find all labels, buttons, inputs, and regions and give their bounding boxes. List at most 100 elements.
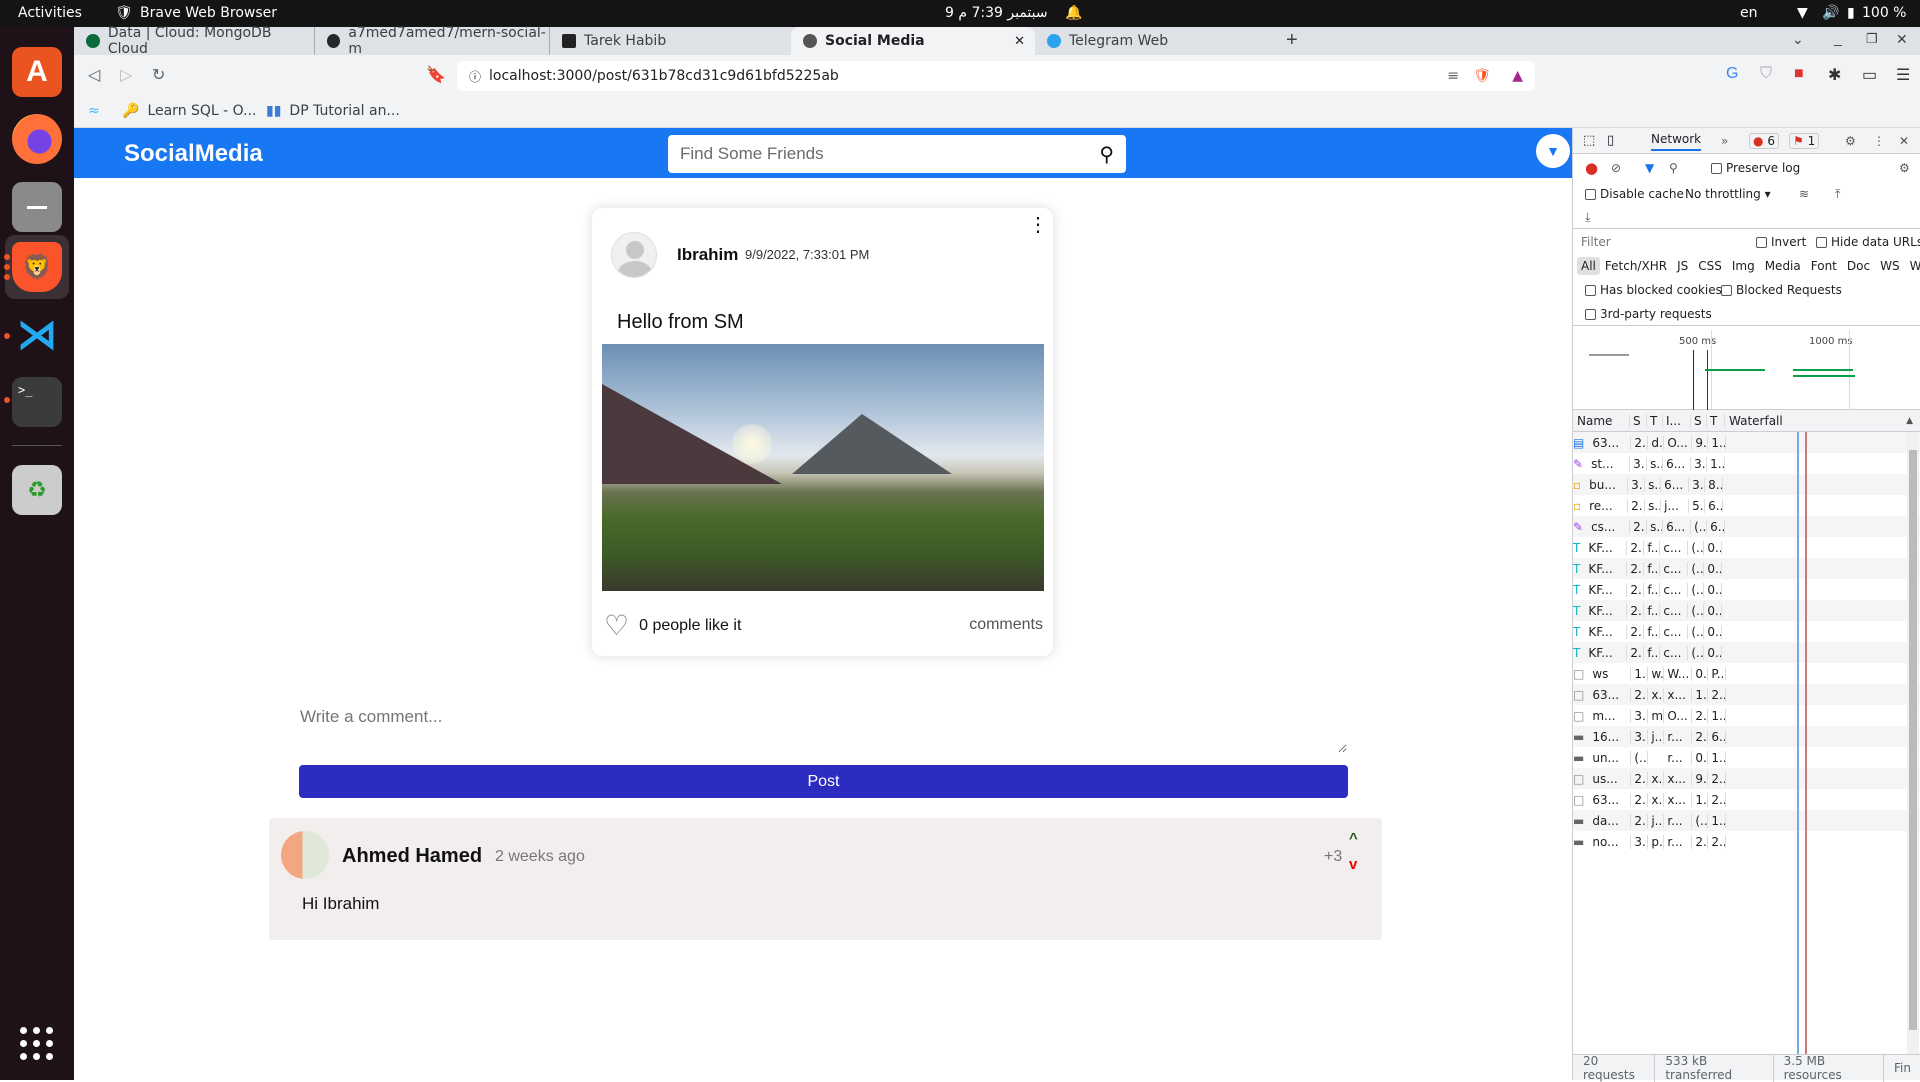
column-time[interactable]: T	[1707, 413, 1725, 428]
tab-github[interactable]: a7med7amed7/mern-social-m	[314, 25, 549, 57]
third-party-checkbox[interactable]: 3rd-party requests	[1585, 307, 1712, 321]
more-tabs-icon[interactable]: »	[1721, 134, 1728, 148]
volume-icon[interactable]: 🔊	[1822, 5, 1839, 21]
kebab-menu-icon[interactable]: ⋮	[1873, 134, 1885, 148]
focused-app-name[interactable]: Brave Web Browser	[140, 5, 277, 21]
request-row[interactable]: ▬ no... 3. p. r... 2. 2..	[1573, 831, 1920, 852]
app-logo[interactable]: SocialMedia	[124, 140, 263, 168]
commenter-avatar[interactable]	[281, 831, 329, 879]
issues-badge[interactable]: ⚑ 1	[1789, 132, 1820, 149]
preserve-log-checkbox[interactable]: Preserve log	[1711, 161, 1800, 175]
type-filter-css[interactable]: CSS	[1693, 259, 1727, 273]
comments-link[interactable]: comments	[969, 616, 1043, 634]
ubuntu-software-icon[interactable]: A	[12, 47, 62, 97]
language-indicator[interactable]: en	[1740, 5, 1758, 21]
type-filter-font[interactable]: Font	[1806, 259, 1842, 273]
network-conditions-icon[interactable]: ≋	[1799, 187, 1809, 201]
type-filter-doc[interactable]: Doc	[1842, 259, 1875, 273]
address-bar[interactable]: ⓘ localhost:3000/post/631b78cd31c9d61bfd…	[457, 61, 1535, 91]
more-options-icon[interactable]: ⋮	[1028, 215, 1048, 235]
tab-mongodb[interactable]: Data | Cloud: MongoDB Cloud	[74, 25, 314, 57]
tab-social-media[interactable]: Social Media ✕	[791, 27, 1035, 55]
user-menu-dropdown-button[interactable]: ▼	[1536, 134, 1570, 168]
blocked-requests-checkbox[interactable]: Blocked Requests	[1721, 283, 1842, 297]
request-row[interactable]: ▬ 16... 3. j.. r... 2. 6..	[1573, 726, 1920, 747]
request-row[interactable]: □ m... 3. m O... 2. 1..	[1573, 705, 1920, 726]
comment-textarea[interactable]	[298, 695, 1347, 753]
filter-funnel-icon[interactable]: ▼	[1645, 161, 1654, 175]
files-icon[interactable]	[12, 182, 62, 232]
wifi-icon[interactable]: ▼	[1797, 5, 1808, 21]
extensions-puzzle-icon[interactable]: ✱	[1828, 65, 1841, 85]
type-filter-fetch-xhr[interactable]: Fetch/XHR	[1600, 259, 1672, 273]
column-name[interactable]: Name	[1573, 413, 1630, 428]
settings-gear-icon[interactable]: ⚙	[1845, 134, 1856, 148]
column-type[interactable]: T	[1647, 413, 1663, 428]
search-icon[interactable]: ⚲	[1099, 142, 1114, 167]
import-har-icon[interactable]: ⤒	[1835, 187, 1840, 202]
clear-icon[interactable]: ⊘	[1611, 161, 1621, 175]
terminal-icon[interactable]: >_	[12, 377, 62, 427]
wallet-icon[interactable]: ▭	[1862, 65, 1877, 85]
site-info-icon[interactable]: ⓘ	[469, 68, 481, 85]
request-row[interactable]: □ 63... 2. x. x... 1. 2..	[1573, 684, 1920, 705]
url-text[interactable]: localhost:3000/post/631b78cd31c9d61bfd52…	[489, 68, 839, 84]
filter-input[interactable]	[1579, 233, 1743, 251]
request-row[interactable]: □ us... 2. x. x... 9. 2..	[1573, 768, 1920, 789]
network-tab[interactable]: Network	[1651, 132, 1702, 151]
request-row[interactable]: T KF... 2. f.. c... (.. 0..	[1573, 537, 1920, 558]
commenter-name[interactable]: Ahmed Hamed	[342, 845, 482, 868]
extension-bug-icon[interactable]: ■	[1794, 65, 1804, 83]
sort-ascending-icon[interactable]: ▲	[1906, 416, 1920, 426]
record-icon[interactable]: ●	[1585, 159, 1598, 177]
request-row[interactable]: T KF... 2. f.. c... (.. 0..	[1573, 579, 1920, 600]
extension-shield-icon[interactable]: ⛉	[1760, 65, 1772, 83]
restore-window-icon[interactable]: ❐	[1866, 31, 1878, 47]
bookmark-icon[interactable]: 🔖	[426, 65, 446, 85]
bookmark-tailwind[interactable]: ≈	[88, 103, 100, 119]
network-overview-timeline[interactable]: 500 ms 1000 ms	[1573, 330, 1920, 410]
back-icon[interactable]: ◁	[88, 65, 100, 85]
search-icon[interactable]: ⚲	[1669, 161, 1678, 175]
google-translate-icon[interactable]: G	[1726, 65, 1738, 83]
minimize-window-icon[interactable]: _	[1834, 30, 1842, 46]
errors-badge[interactable]: ● 6	[1749, 132, 1779, 149]
type-filter-img[interactable]: Img	[1727, 259, 1760, 273]
request-row[interactable]: ▬ un... (.. r... 0. 1..	[1573, 747, 1920, 768]
network-settings-icon[interactable]: ⚙	[1899, 161, 1910, 175]
forward-icon[interactable]: ▷	[120, 65, 132, 85]
brave-shields-icon[interactable]: 🛡	[1473, 68, 1491, 84]
type-filter-all[interactable]: All	[1577, 257, 1600, 275]
tab-search-chevron-icon[interactable]: ⌄	[1792, 31, 1804, 48]
browser-menu-icon[interactable]: ☰	[1896, 65, 1910, 85]
brave-icon[interactable]: 🦁	[12, 242, 62, 292]
upvote-icon[interactable]: ^	[1349, 830, 1358, 847]
bookmark-dp-tutorial[interactable]: ▮▮ DP Tutorial an...	[266, 103, 400, 119]
request-row[interactable]: ✎ cs... 2. s.. 6... (.. 6..	[1573, 516, 1920, 537]
device-toolbar-icon[interactable]: ▯	[1607, 133, 1614, 148]
new-tab-button[interactable]: +	[1286, 29, 1298, 52]
close-window-icon[interactable]: ✕	[1896, 31, 1908, 48]
request-row[interactable]: □ 63... 2. x. x... 1. 2..	[1573, 789, 1920, 810]
friend-search[interactable]: Find Some Friends ⚲	[668, 135, 1126, 173]
hide-data-urls-checkbox[interactable]: Hide data URLs	[1816, 235, 1920, 249]
firefox-icon[interactable]	[12, 114, 62, 164]
disable-cache-checkbox[interactable]: Disable cache	[1585, 187, 1684, 201]
inspect-element-icon[interactable]: ⬚	[1583, 133, 1595, 148]
vscode-icon[interactable]: ⋊	[12, 310, 62, 360]
post-comment-button[interactable]: Post	[299, 765, 1348, 798]
bookmark-learn-sql[interactable]: 🔑 Learn SQL - O...	[122, 103, 256, 119]
column-initiator[interactable]: I...	[1663, 413, 1691, 428]
request-row[interactable]: □ ws 1. w. W... 0. P..	[1573, 663, 1920, 684]
show-apps-grid-icon[interactable]	[20, 1027, 54, 1061]
throttling-select[interactable]: No throttling ▾	[1685, 187, 1771, 201]
reader-mode-icon[interactable]: ≡	[1447, 68, 1459, 84]
type-filter-wasm[interactable]: Was	[1905, 259, 1920, 273]
clock[interactable]: 9 سبتمبر 7:39 م	[945, 5, 1048, 21]
brave-rewards-icon[interactable]: ▲	[1512, 68, 1523, 84]
has-blocked-cookies-checkbox[interactable]: Has blocked cookies	[1585, 283, 1722, 297]
downvote-icon[interactable]: v	[1349, 856, 1357, 873]
heart-icon[interactable]: ♡	[604, 612, 629, 640]
reload-icon[interactable]: ↻	[152, 65, 165, 85]
column-waterfall[interactable]: Waterfall	[1725, 414, 1906, 428]
